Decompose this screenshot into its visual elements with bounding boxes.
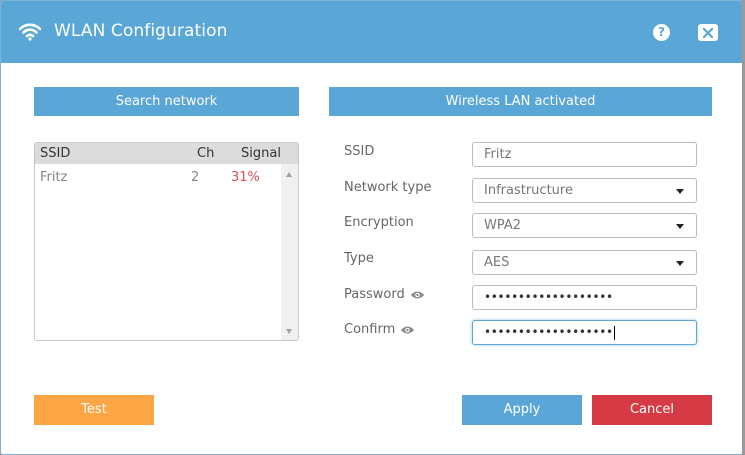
scroll-up-arrow-icon[interactable]	[286, 172, 292, 177]
ssid-label: SSID	[344, 144, 375, 159]
search-network-header: Search network	[34, 87, 299, 116]
eye-icon[interactable]	[410, 290, 425, 300]
network-type-value: Infrastructure	[484, 183, 573, 198]
chevron-down-icon	[676, 224, 684, 229]
encryption-label: Encryption	[344, 215, 414, 230]
apply-button[interactable]: Apply	[462, 395, 582, 425]
column-header-ch: Ch	[197, 146, 215, 161]
password-label-text: Password	[344, 287, 405, 302]
confirm-password-value: •••••••••••••••••••	[484, 325, 613, 339]
column-header-ssid: SSID	[40, 146, 71, 161]
network-list-scrollbar[interactable]	[281, 164, 298, 340]
password-input[interactable]: •••••••••••••••••••	[472, 285, 697, 310]
network-list[interactable]: SSID Ch Signal Fritz 2 31%	[34, 142, 299, 341]
chevron-down-icon	[676, 261, 684, 266]
type-select[interactable]: AES	[472, 250, 697, 275]
text-cursor	[613, 325, 615, 340]
network-type-select[interactable]: Infrastructure	[472, 178, 697, 203]
wireless-lan-status-header: Wireless LAN activated	[329, 87, 712, 116]
chevron-down-icon	[676, 189, 684, 194]
test-button[interactable]: Test	[34, 395, 154, 425]
wifi-icon	[19, 23, 41, 41]
eye-icon[interactable]	[400, 325, 415, 335]
close-icon[interactable]	[698, 24, 718, 41]
confirm-password-input[interactable]: •••••••••••••••••••	[472, 320, 697, 345]
encryption-value: WPA2	[484, 218, 522, 233]
network-list-header: SSID Ch Signal	[35, 143, 298, 164]
type-label: Type	[344, 251, 374, 266]
encryption-select[interactable]: WPA2	[472, 213, 697, 238]
network-channel: 2	[191, 170, 200, 185]
password-label: Password	[344, 287, 425, 302]
ssid-input[interactable]: Fritz	[472, 142, 697, 167]
network-row[interactable]: Fritz 2 31%	[35, 167, 281, 187]
cancel-button[interactable]: Cancel	[592, 395, 712, 425]
title-bar: WLAN Configuration ?	[1, 1, 742, 63]
wlan-config-dialog: WLAN Configuration ? Search network Wire…	[0, 0, 743, 455]
help-icon[interactable]: ?	[653, 24, 670, 41]
type-value: AES	[484, 255, 510, 270]
column-header-signal: Signal	[241, 146, 281, 161]
confirm-label: Confirm	[344, 322, 415, 337]
confirm-label-text: Confirm	[344, 322, 396, 337]
network-type-label: Network type	[344, 180, 432, 195]
network-ssid: Fritz	[40, 170, 68, 185]
dialog-title: WLAN Configuration	[54, 21, 228, 41]
scroll-down-arrow-icon[interactable]	[286, 329, 292, 334]
network-signal: 31%	[231, 170, 260, 185]
